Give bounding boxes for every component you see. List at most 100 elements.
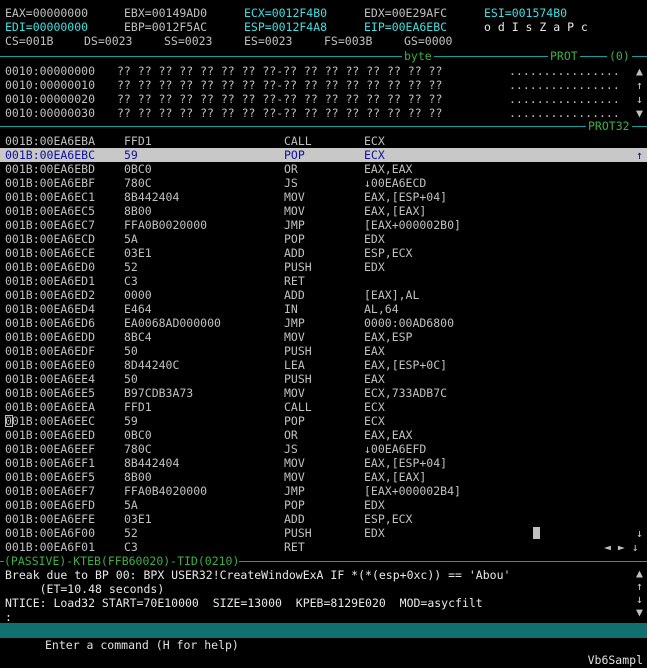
- segment-register: FS=003B: [324, 34, 373, 48]
- status-bar: Enter a command (H for help) Vb6Sampl: [0, 623, 647, 667]
- segment-register: SS=0023: [164, 34, 213, 48]
- register-value: EDI=00000000: [5, 20, 89, 34]
- scroll-arrow-icon[interactable]: ▲: [636, 566, 643, 580]
- instruction-row[interactable]: 001B:00EA6ECD 5A POP EDX: [0, 232, 647, 246]
- instruction-address: 001B:00EA6EEF: [5, 442, 96, 456]
- instruction-operands: ECX,733ADB7C: [364, 386, 448, 400]
- instruction-row[interactable]: 001B:00EA6ED1 C3 RET: [0, 274, 647, 288]
- data-row[interactable]: 0010:00000010 ?? ?? ?? ?? ?? ?? ?? ??-?? …: [0, 78, 647, 92]
- data-index-tag: (0): [607, 49, 632, 63]
- instruction-bytes: 780C: [124, 442, 152, 456]
- registers-line-2: EDI=00000000 EBP=0012F5AC ESP=0012F4A8 EIP=…: [0, 20, 647, 34]
- instruction-row[interactable]: 001B:00EA6ED6 EA0068AD000000 JMP 0000:00AD6…: [0, 316, 647, 330]
- instruction-mnemonic: OR: [284, 428, 298, 442]
- instruction-row[interactable]: 001B:00EA6EE5 B97CDB3A73 MOV ECX,733ADB7C: [0, 386, 647, 400]
- instruction-row[interactable]: 001B:00EA6EBA FFD1 CALL ECX: [0, 134, 647, 148]
- instruction-address: 001B:00EA6EF1: [5, 456, 96, 470]
- instruction-mnemonic: CALL: [284, 400, 312, 414]
- instruction-mnemonic: ADD: [284, 512, 305, 526]
- data-mode-tag: PROT: [548, 49, 580, 63]
- scroll-down-icon[interactable]: ↓: [636, 526, 643, 540]
- instruction-bytes: 03E1: [124, 512, 152, 526]
- data-bytes: ?? ?? ?? ?? ?? ?? ?? ??-?? ?? ?? ?? ?? ?…: [117, 92, 443, 106]
- instruction-row[interactable]: 001B:00EA6EC7 FFA0B0020000 JMP [EAX+000002B…: [0, 218, 647, 232]
- instruction-address: 001B:00EA6EE5: [5, 386, 96, 400]
- instruction-address: 001B:00EA6EBF: [5, 176, 96, 190]
- instruction-row[interactable]: 001B:00EA6EF5 8B00 MOV EAX,[EAX]: [0, 470, 647, 484]
- instruction-address: 001B:00EA6EBA: [5, 134, 96, 148]
- instruction-mnemonic: PUSH: [284, 372, 312, 386]
- data-ascii: ................: [509, 78, 620, 92]
- segment-register: CS=001B: [5, 34, 54, 48]
- data-bytes: ?? ?? ?? ?? ?? ?? ?? ??-?? ?? ?? ?? ?? ?…: [117, 78, 443, 92]
- scroll-arrow-icon[interactable]: ↑: [636, 78, 643, 92]
- scroll-arrow-icon[interactable]: ▼: [636, 106, 643, 120]
- instruction-row[interactable]: 001B:00EA6EF7 FFA0B4020000 JMP [EAX+000002B…: [0, 484, 647, 498]
- instruction-mnemonic: JS: [284, 442, 298, 456]
- instruction-bytes: 50: [124, 372, 138, 386]
- data-window-separator: byte PROT (0): [0, 49, 647, 63]
- instruction-address: 001B:00EA6EED: [5, 428, 96, 442]
- instruction-operands: EAX: [364, 372, 385, 386]
- instruction-row[interactable]: 001B:00EA6EBD 0BC0 OR EAX,EAX: [0, 162, 647, 176]
- instruction-mnemonic: JMP: [284, 484, 305, 498]
- instruction-address: 001B:00EA6EE4: [5, 372, 96, 386]
- instruction-address: 001B:00EA6ED6: [5, 316, 96, 330]
- instruction-mnemonic: MOV: [284, 470, 305, 484]
- instruction-row[interactable]: 001B:00EA6EDF 50 PUSH EAX: [0, 344, 647, 358]
- scroll-up-icon[interactable]: ↑: [636, 148, 643, 162]
- instruction-bytes: 5A: [124, 232, 138, 246]
- instruction-address: 001B:00EA6ED1: [5, 274, 96, 288]
- instruction-row[interactable]: 001B:00EA6ED0 52 PUSH EDX: [0, 260, 647, 274]
- instruction-address: 001B:00EA6EE0: [5, 358, 96, 372]
- instruction-address: 001B:00EA6EF7: [5, 484, 96, 498]
- scroll-arrow-icon[interactable]: ↓: [636, 592, 643, 606]
- instruction-mnemonic: POP: [284, 148, 305, 162]
- instruction-row[interactable]: 001B:00EA6EED 0BC0 OR EAX,EAX: [0, 428, 647, 442]
- instruction-row[interactable]: 001B:00EA6EDD 8BC4 MOV EAX,ESP: [0, 330, 647, 344]
- scroll-arrow-icon[interactable]: ▲: [636, 64, 643, 78]
- instruction-row[interactable]: 001B:00EA6EEC 59 POP ECX: [0, 414, 647, 428]
- instruction-address: 001B:00EA6EC1: [5, 190, 96, 204]
- register-value: ESI=001574B0: [484, 6, 568, 20]
- instruction-row[interactable]: 001B:00EA6EEA FFD1 CALL ECX: [0, 400, 647, 414]
- instruction-row[interactable]: 001B:00EA6ED2 0000 ADD [EAX],AL: [0, 288, 647, 302]
- instruction-address: 001B:00EA6EBD: [5, 162, 96, 176]
- instruction-address: 001B:00EA6EEC: [5, 414, 96, 428]
- data-row[interactable]: 0010:00000000 ?? ?? ?? ?? ?? ?? ?? ??-?? …: [0, 64, 647, 78]
- instruction-mnemonic: CALL: [284, 134, 312, 148]
- scroll-arrow-icon[interactable]: ↓: [636, 92, 643, 106]
- instruction-operands: EDX: [364, 232, 385, 246]
- command-scroll: ▼: [0, 605, 647, 619]
- code-scroll-horizontal: ◄ ► ↓: [0, 540, 647, 554]
- instruction-row[interactable]: 001B:00EA6EC1 8B442404 MOV EAX,[ESP+04]: [0, 190, 647, 204]
- instruction-mnemonic: MOV: [284, 456, 305, 470]
- instruction-row[interactable]: 001B:00EA6EC5 8B00 MOV EAX,[EAX]: [0, 204, 647, 218]
- instruction-address: 001B:00EA6EC5: [5, 204, 96, 218]
- data-row[interactable]: 0010:00000020 ?? ?? ?? ?? ?? ?? ?? ??-?? …: [0, 92, 647, 106]
- instruction-address: 001B:00EA6EFE: [5, 512, 96, 526]
- instruction-bytes: FFA0B4020000: [124, 484, 208, 498]
- data-row[interactable]: 0010:00000030 ?? ?? ?? ?? ?? ?? ?? ??-?? …: [0, 106, 647, 120]
- data-ascii: ................: [509, 64, 620, 78]
- instruction-address: 001B:00EA6EF5: [5, 470, 96, 484]
- instruction-row[interactable]: 001B:00EA6ED4 E464 IN AL,64: [0, 302, 647, 316]
- instruction-row[interactable]: 001B:00EA6EFD 5A POP EDX: [0, 498, 647, 512]
- scroll-arrow-icon[interactable]: ▼: [636, 605, 643, 619]
- instruction-row[interactable]: 001B:00EA6EE0 8D44240C LEA EAX,[ESP+0C]: [0, 358, 647, 372]
- instruction-bytes: FFD1: [124, 400, 152, 414]
- instruction-row[interactable]: 001B:00EA6ECE 03E1 ADD ESP,ECX: [0, 246, 647, 260]
- instruction-row[interactable]: 001B:00EA6EFE 03E1 ADD ESP,ECX: [0, 512, 647, 526]
- instruction-row[interactable]: 001B:00EA6EE4 50 PUSH EAX: [0, 372, 647, 386]
- instruction-row[interactable]: 001B:00EA6EEF 780C JS ↓00EA6EFD: [0, 442, 647, 456]
- current-instruction-row[interactable]: 001B:00EA6EBC 59 POP ECX ↑: [0, 148, 647, 162]
- instruction-mnemonic: OR: [284, 162, 298, 176]
- instruction-row[interactable]: 001B:00EA6EF1 8B442404 MOV EAX,[ESP+04]: [0, 456, 647, 470]
- data-format-tag: byte: [402, 49, 434, 63]
- scroll-arrow-icon[interactable]: ↑: [636, 579, 643, 593]
- instruction-bytes: 8B442404: [124, 190, 180, 204]
- scroll-left-right-icon[interactable]: ◄ ► ↓: [604, 540, 639, 554]
- text-cursor: [5, 415, 13, 427]
- instruction-bytes: E464: [124, 302, 152, 316]
- instruction-row[interactable]: 001B:00EA6EBF 780C JS ↓00EA6ECD: [0, 176, 647, 190]
